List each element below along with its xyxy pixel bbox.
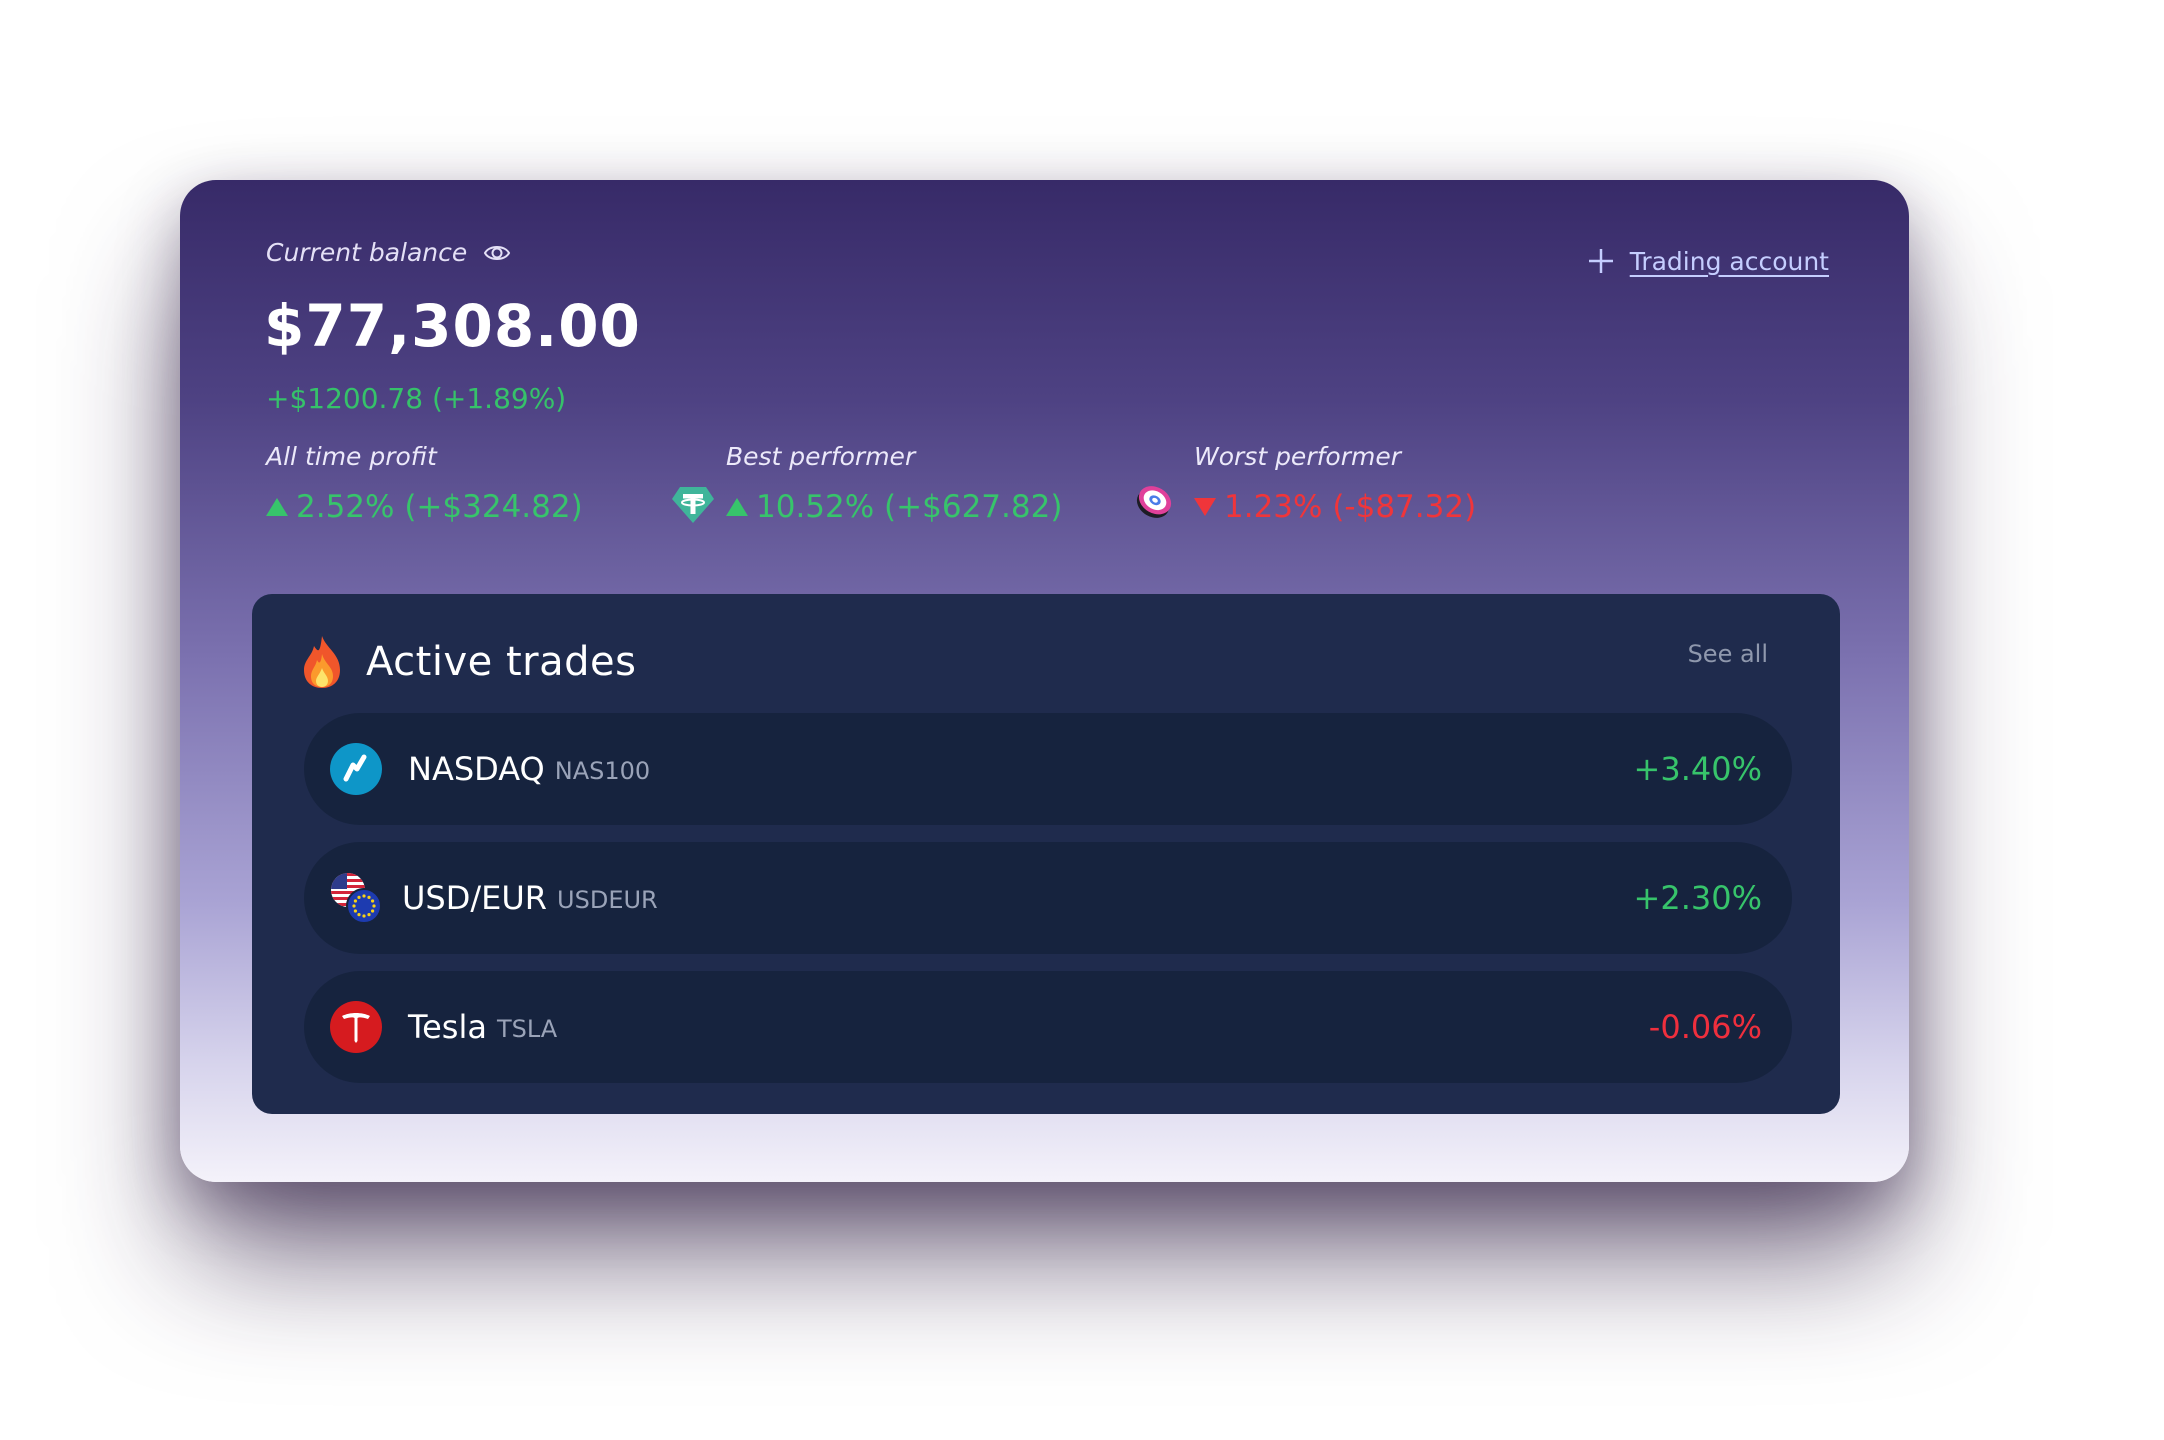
stat-label: Worst performer [1194,442,1401,471]
stat-label: All time profit [266,442,437,471]
plus-icon [1588,249,1613,273]
stat-value: 10.52% (+$627.82) [726,489,1062,525]
arrow-up-icon [266,498,288,516]
trade-ticker: USDEUR [557,886,658,914]
trade-ticker: TSLA [496,1015,558,1043]
balance-amount: $77,308.00 [264,292,641,360]
trade-row-usd-eur[interactable]: USD/EUR USDEUR +2.30% [304,842,1792,954]
arrow-up-icon [726,498,748,516]
arrow-down-icon [1194,498,1216,516]
active-trades-header: Active trades [300,634,636,690]
balance-label-row: Current balance [266,238,511,267]
nasdaq-icon [330,743,382,795]
trade-row-nasdaq[interactable]: NASDAQ NAS100 +3.40% [304,713,1792,825]
crypto-coin-icon [1136,486,1172,518]
trade-name: USD/EUR [402,879,548,917]
see-all-link[interactable]: See all [1688,640,1768,668]
trade-change: +2.30% [1633,879,1762,917]
balance-card: Current balance $77,308.00 +$1200.78 (+1… [180,180,1909,1182]
stat-all-time-profit: All time profit 2.52% (+$324.82) [266,442,583,525]
stat-value: 2.52% (+$324.82) [266,489,583,525]
usd-eur-flags-icon [331,873,382,924]
tesla-icon [330,1001,382,1053]
trade-name: Tesla [408,1008,487,1046]
stat-value-text: 10.52% (+$627.82) [756,489,1063,525]
trade-change: -0.06% [1648,1008,1762,1046]
active-trades-title: Active trades [366,639,637,685]
stat-value: 1.23% (-$87.32) [1194,489,1476,525]
add-trading-account-link[interactable]: Trading account [1586,246,1829,276]
balance-label: Current balance [266,238,468,267]
fire-icon [304,636,340,688]
stat-best-performer: Best performer 10.52% (+$627.82) [726,442,1062,525]
stat-value-text: 2.52% (+$324.82) [296,489,583,525]
trade-ticker: NAS100 [554,757,651,785]
stat-value-text: 1.23% (-$87.32) [1224,489,1477,525]
balance-change: +$1200.78 (+1.89%) [266,382,567,415]
add-trading-account-label[interactable]: Trading account [1630,247,1829,276]
tether-icon [672,487,714,523]
active-trades-panel: Active trades See all NASDAQ NAS100 +3.4… [252,594,1840,1114]
trade-name: NASDAQ [408,750,545,788]
eye-icon[interactable] [483,239,511,267]
stat-label: Best performer [726,442,916,471]
stat-worst-performer: Worst performer 1.23% (-$87.32) [1194,442,1476,525]
trade-change: +3.40% [1633,750,1762,788]
trade-row-tesla[interactable]: Tesla TSLA -0.06% [304,971,1792,1083]
